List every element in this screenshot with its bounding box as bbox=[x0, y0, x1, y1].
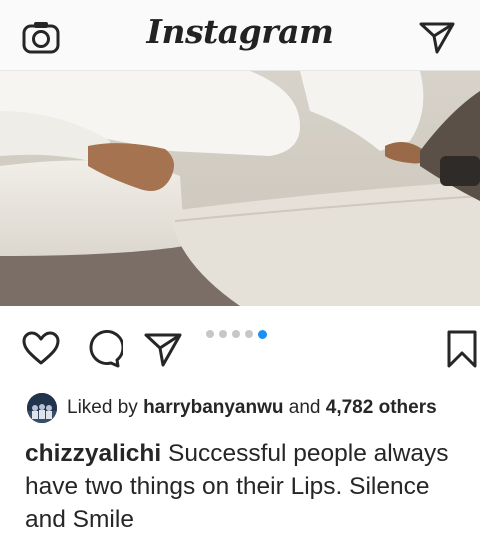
paper-plane-icon[interactable] bbox=[143, 329, 183, 369]
bookmark-icon[interactable] bbox=[445, 329, 479, 369]
caption-username[interactable]: chizzyalichi bbox=[25, 440, 161, 467]
likes-row[interactable]: Liked by harrybanyanwu and 4,782 others bbox=[27, 392, 437, 424]
likes-count[interactable]: 4,782 others bbox=[326, 397, 437, 419]
paper-plane-icon[interactable] bbox=[418, 20, 456, 54]
post-photo-illustration bbox=[0, 71, 480, 306]
heart-icon[interactable] bbox=[21, 329, 61, 369]
post-image[interactable] bbox=[0, 71, 480, 306]
liker-username[interactable]: harrybanyanwu bbox=[143, 397, 283, 419]
app-title: Instagram bbox=[146, 12, 334, 51]
likes-middle: and bbox=[288, 397, 321, 418]
post-action-bar bbox=[0, 318, 480, 378]
comment-icon[interactable] bbox=[83, 329, 123, 369]
top-bar: Instagram bbox=[0, 0, 480, 71]
avatar[interactable] bbox=[27, 393, 57, 423]
likes-prefix: Liked by bbox=[67, 397, 138, 418]
post-caption: chizzyalichi Successful people always ha… bbox=[25, 437, 475, 536]
